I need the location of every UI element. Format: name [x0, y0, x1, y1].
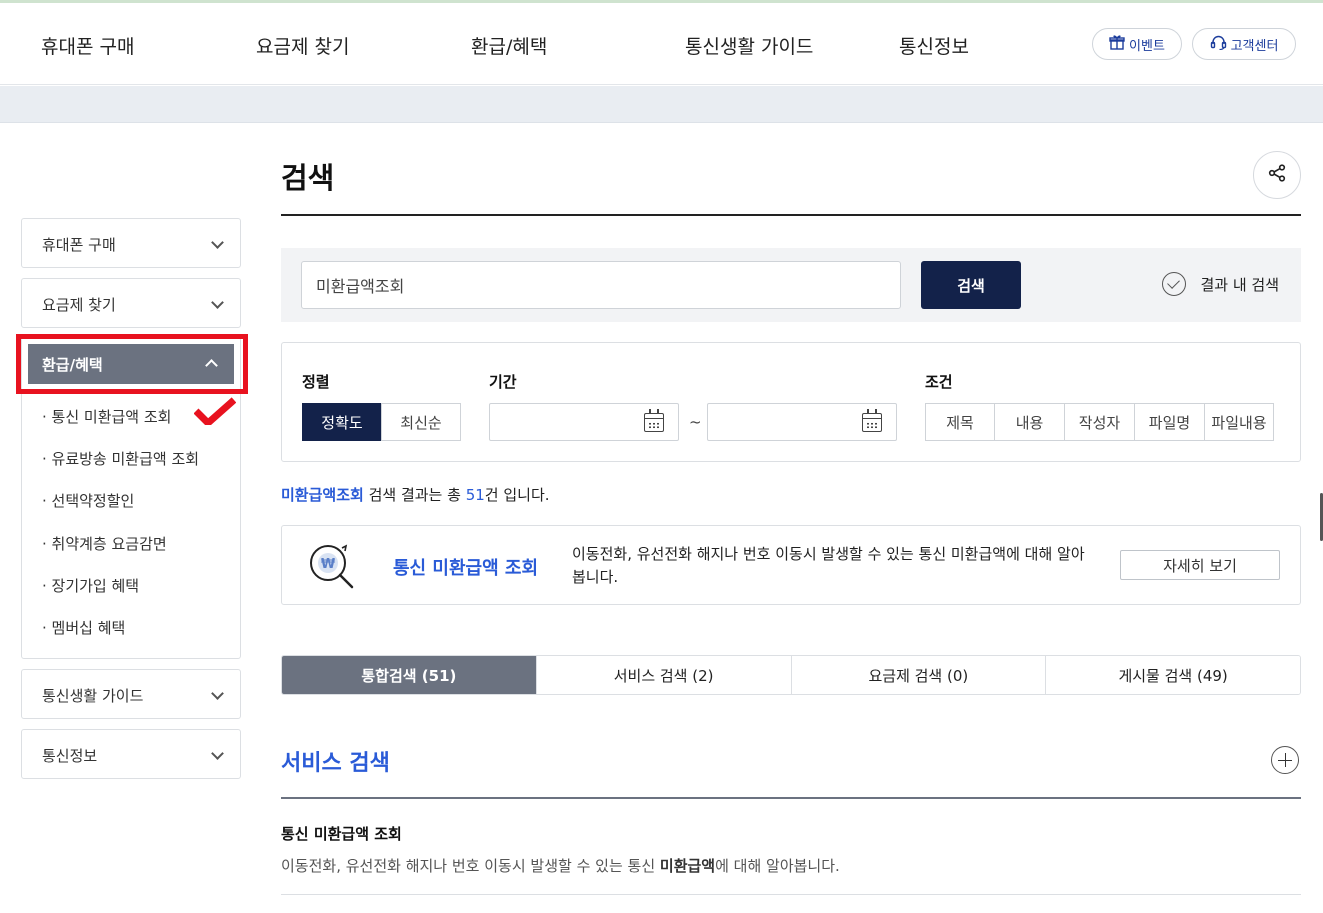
sort-accuracy-button[interactable]: 정확도 — [302, 403, 382, 441]
result-desc-part: 에 대해 알아봅니다. — [715, 857, 840, 875]
chevron-down-icon — [211, 747, 224, 760]
result-item-title[interactable]: 통신 미환급액 조회 — [281, 823, 402, 844]
result-keyword: 미환급액조회 — [281, 486, 364, 504]
date-range-separator: ~ — [689, 413, 702, 431]
sort-label: 정렬 — [302, 373, 330, 391]
sidebar-item-phone-purchase[interactable]: 휴대폰 구매 — [21, 218, 241, 268]
search-button[interactable]: 검색 — [921, 261, 1021, 309]
sidebar-item-plan-search[interactable]: 요금제 찾기 — [21, 278, 241, 328]
gnb-refund-benefits[interactable]: 환급/혜택 — [471, 32, 547, 59]
end-date-field[interactable] — [707, 403, 897, 441]
page-title: 검색 — [281, 161, 335, 195]
calendar-icon[interactable] — [862, 409, 882, 432]
search-within-results-toggle[interactable]: 결과 내 검색 — [1162, 272, 1279, 296]
sort-toggle-group: 정확도 최신순 — [302, 403, 461, 441]
condition-filecontent-button[interactable]: 파일내용 — [1204, 403, 1274, 441]
sidebar-sub-selective-discount[interactable]: · 선택약정할인 — [42, 490, 134, 511]
gnb-telecom-info[interactable]: 통신정보 — [899, 32, 969, 59]
condition-title-button[interactable]: 제목 — [925, 403, 995, 441]
customer-center-label: 고객센터 — [1230, 38, 1279, 54]
result-text-before: 검색 결과는 총 — [363, 486, 466, 504]
sidebar-item-telecom-guide[interactable]: 통신생활 가이드 — [21, 669, 241, 719]
gnb-plan-search[interactable]: 요금제 찾기 — [256, 32, 349, 59]
won-search-icon: ₩ — [306, 540, 360, 596]
sidebar-sub-long-term-benefit[interactable]: · 장기가입 혜택 — [42, 575, 139, 596]
gnb-phone-purchase[interactable]: 휴대폰 구매 — [41, 32, 134, 59]
sidebar-sub-telecom-refund[interactable]: · 통신 미환급액 조회 — [42, 406, 171, 427]
check-circle-icon — [1162, 272, 1187, 296]
search-panel: 검색 결과 내 검색 — [281, 248, 1301, 322]
result-item-description: 이동전화, 유선전화 해지나 번호 이동시 발생할 수 있는 통신 미환급액에 … — [281, 855, 840, 876]
highlight-box — [16, 334, 248, 394]
result-summary: 미환급액조회 검색 결과는 총 51건 입니다. — [281, 484, 550, 505]
sidebar-sub-paytv-refund[interactable]: · 유료방송 미환급액 조회 — [42, 448, 199, 469]
red-checkmark-icon — [193, 397, 237, 429]
plus-icon[interactable] — [1271, 746, 1299, 774]
event-label: 이벤트 — [1129, 38, 1165, 54]
condition-author-button[interactable]: 작성자 — [1064, 403, 1135, 441]
sidebar-item-label: 휴대폰 구매 — [42, 236, 116, 254]
period-label: 기간 — [489, 373, 517, 391]
customer-center-button[interactable]: 고객센터 — [1192, 28, 1296, 60]
search-within-label: 결과 내 검색 — [1200, 275, 1279, 294]
start-date-field[interactable] — [489, 403, 679, 441]
result-item-divider — [281, 894, 1301, 895]
gift-icon — [1109, 34, 1125, 54]
calendar-icon[interactable] — [644, 409, 664, 432]
svg-text:₩: ₩ — [321, 557, 336, 572]
service-search-heading: 서비스 검색 — [281, 751, 390, 776]
sort-latest-button[interactable]: 최신순 — [381, 403, 461, 441]
title-divider — [281, 214, 1301, 216]
filter-panel: 정렬 정확도 최신순 기간 ~ 조건 제목 내용 작성자 파일명 파일내용 — [281, 342, 1301, 462]
featured-service-title[interactable]: 통신 미환급액 조회 — [393, 554, 538, 580]
featured-service-card: ₩ 통신 미환급액 조회 이동전화, 유선전화 해지나 번호 이동시 발생할 수… — [281, 525, 1301, 605]
tab-posts[interactable]: 게시물 검색 (49) — [1045, 656, 1300, 694]
sidebar-item-telecom-info[interactable]: 통신정보 — [21, 729, 241, 779]
condition-filename-button[interactable]: 파일명 — [1134, 403, 1205, 441]
sidebar-sub-membership-benefit[interactable]: · 멤버십 혜택 — [42, 617, 125, 638]
tab-all[interactable]: 통합검색 (51) — [282, 656, 536, 694]
chevron-down-icon — [211, 296, 224, 309]
event-button[interactable]: 이벤트 — [1092, 28, 1182, 60]
headset-icon — [1210, 34, 1227, 54]
gnb-telecom-guide[interactable]: 통신생활 가이드 — [685, 32, 813, 59]
condition-toggle-group: 제목 내용 작성자 파일명 파일내용 — [925, 403, 1274, 441]
search-result-tabs: 통합검색 (51) 서비스 검색 (2) 요금제 검색 (0) 게시물 검색 (… — [281, 655, 1301, 695]
featured-service-description: 이동전화, 유선전화 해지나 번호 이동시 발생할 수 있는 통신 미환급액에 … — [572, 545, 1085, 586]
condition-label: 조건 — [925, 373, 953, 391]
result-desc-highlight: 미환급액 — [659, 857, 716, 875]
condition-content-button[interactable]: 내용 — [994, 403, 1065, 441]
breadcrumb-band — [0, 86, 1323, 123]
section-divider — [281, 797, 1301, 799]
tab-service[interactable]: 서비스 검색 (2) — [535, 656, 791, 694]
share-button[interactable] — [1253, 151, 1301, 199]
sidebar-item-label: 통신생활 가이드 — [42, 687, 144, 705]
sidebar-item-label: 요금제 찾기 — [42, 296, 116, 314]
site-header: 휴대폰 구매 요금제 찾기 환급/혜택 통신생활 가이드 통신정보 이벤트 고객… — [0, 3, 1323, 85]
sidebar-item-label: 통신정보 — [42, 747, 98, 765]
result-count-number: 51 — [465, 486, 485, 504]
chevron-down-icon — [211, 687, 224, 700]
tab-plan[interactable]: 요금제 검색 (0) — [790, 656, 1046, 694]
view-details-button[interactable]: 자세히 보기 — [1120, 550, 1280, 580]
sidebar-sub-vulnerable-discount[interactable]: · 취약계층 요금감면 — [42, 533, 167, 554]
chevron-down-icon — [211, 236, 224, 249]
search-input[interactable] — [301, 261, 901, 309]
share-icon — [1268, 164, 1286, 186]
result-desc-part: 이동전화, 유선전화 해지나 번호 이동시 발생할 수 있는 통신 — [281, 857, 660, 875]
result-text-after: 건 입니다. — [484, 486, 550, 504]
